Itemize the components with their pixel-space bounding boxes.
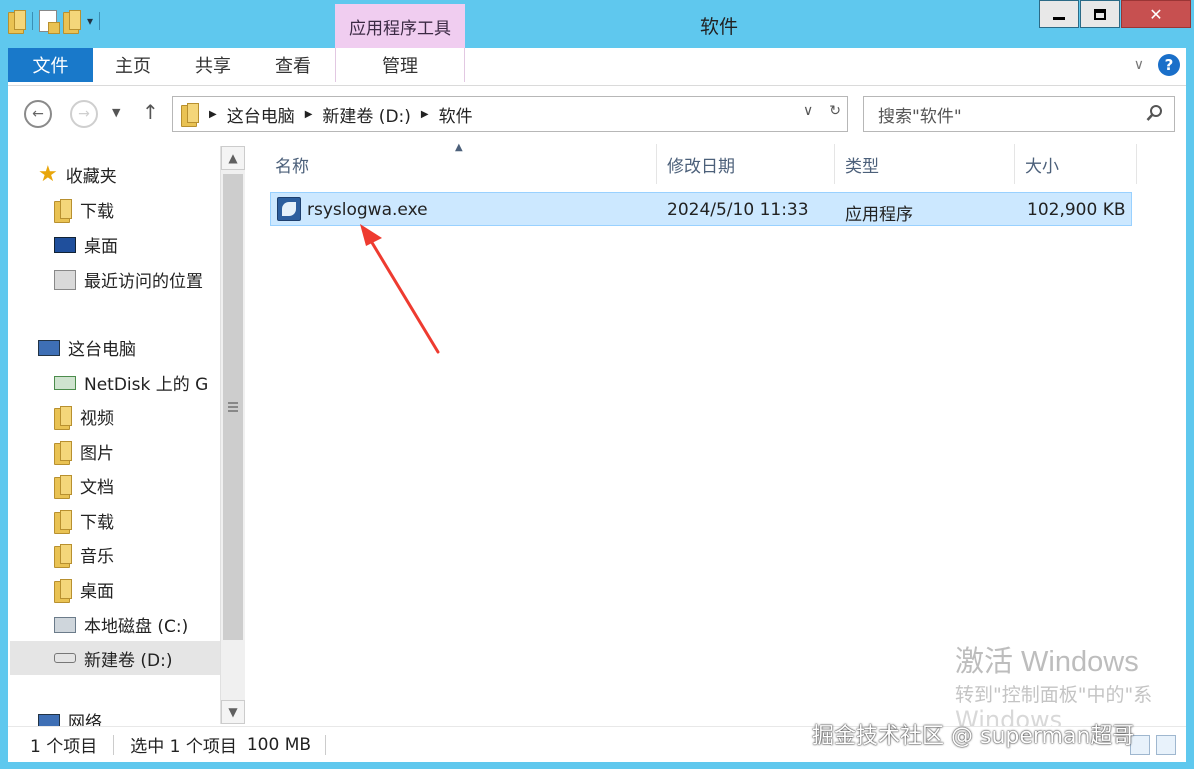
activation-watermark-title: 激活 Windows bbox=[955, 646, 1139, 678]
view-toggle bbox=[1130, 735, 1176, 755]
status-divider bbox=[113, 734, 115, 755]
large-icons-view-icon[interactable] bbox=[1156, 735, 1176, 755]
status-selected-size: 100 MB bbox=[246, 734, 312, 755]
activation-watermark-hint: 转到"控制面板"中的"系 bbox=[955, 684, 1153, 706]
status-selected-count: 选中 1 个项目 bbox=[130, 737, 237, 757]
status-divider bbox=[325, 734, 327, 755]
site-watermark: 掘金技术社区 @ superman超哥 bbox=[812, 724, 1135, 749]
status-item-count: 1 个项目 bbox=[30, 737, 98, 757]
